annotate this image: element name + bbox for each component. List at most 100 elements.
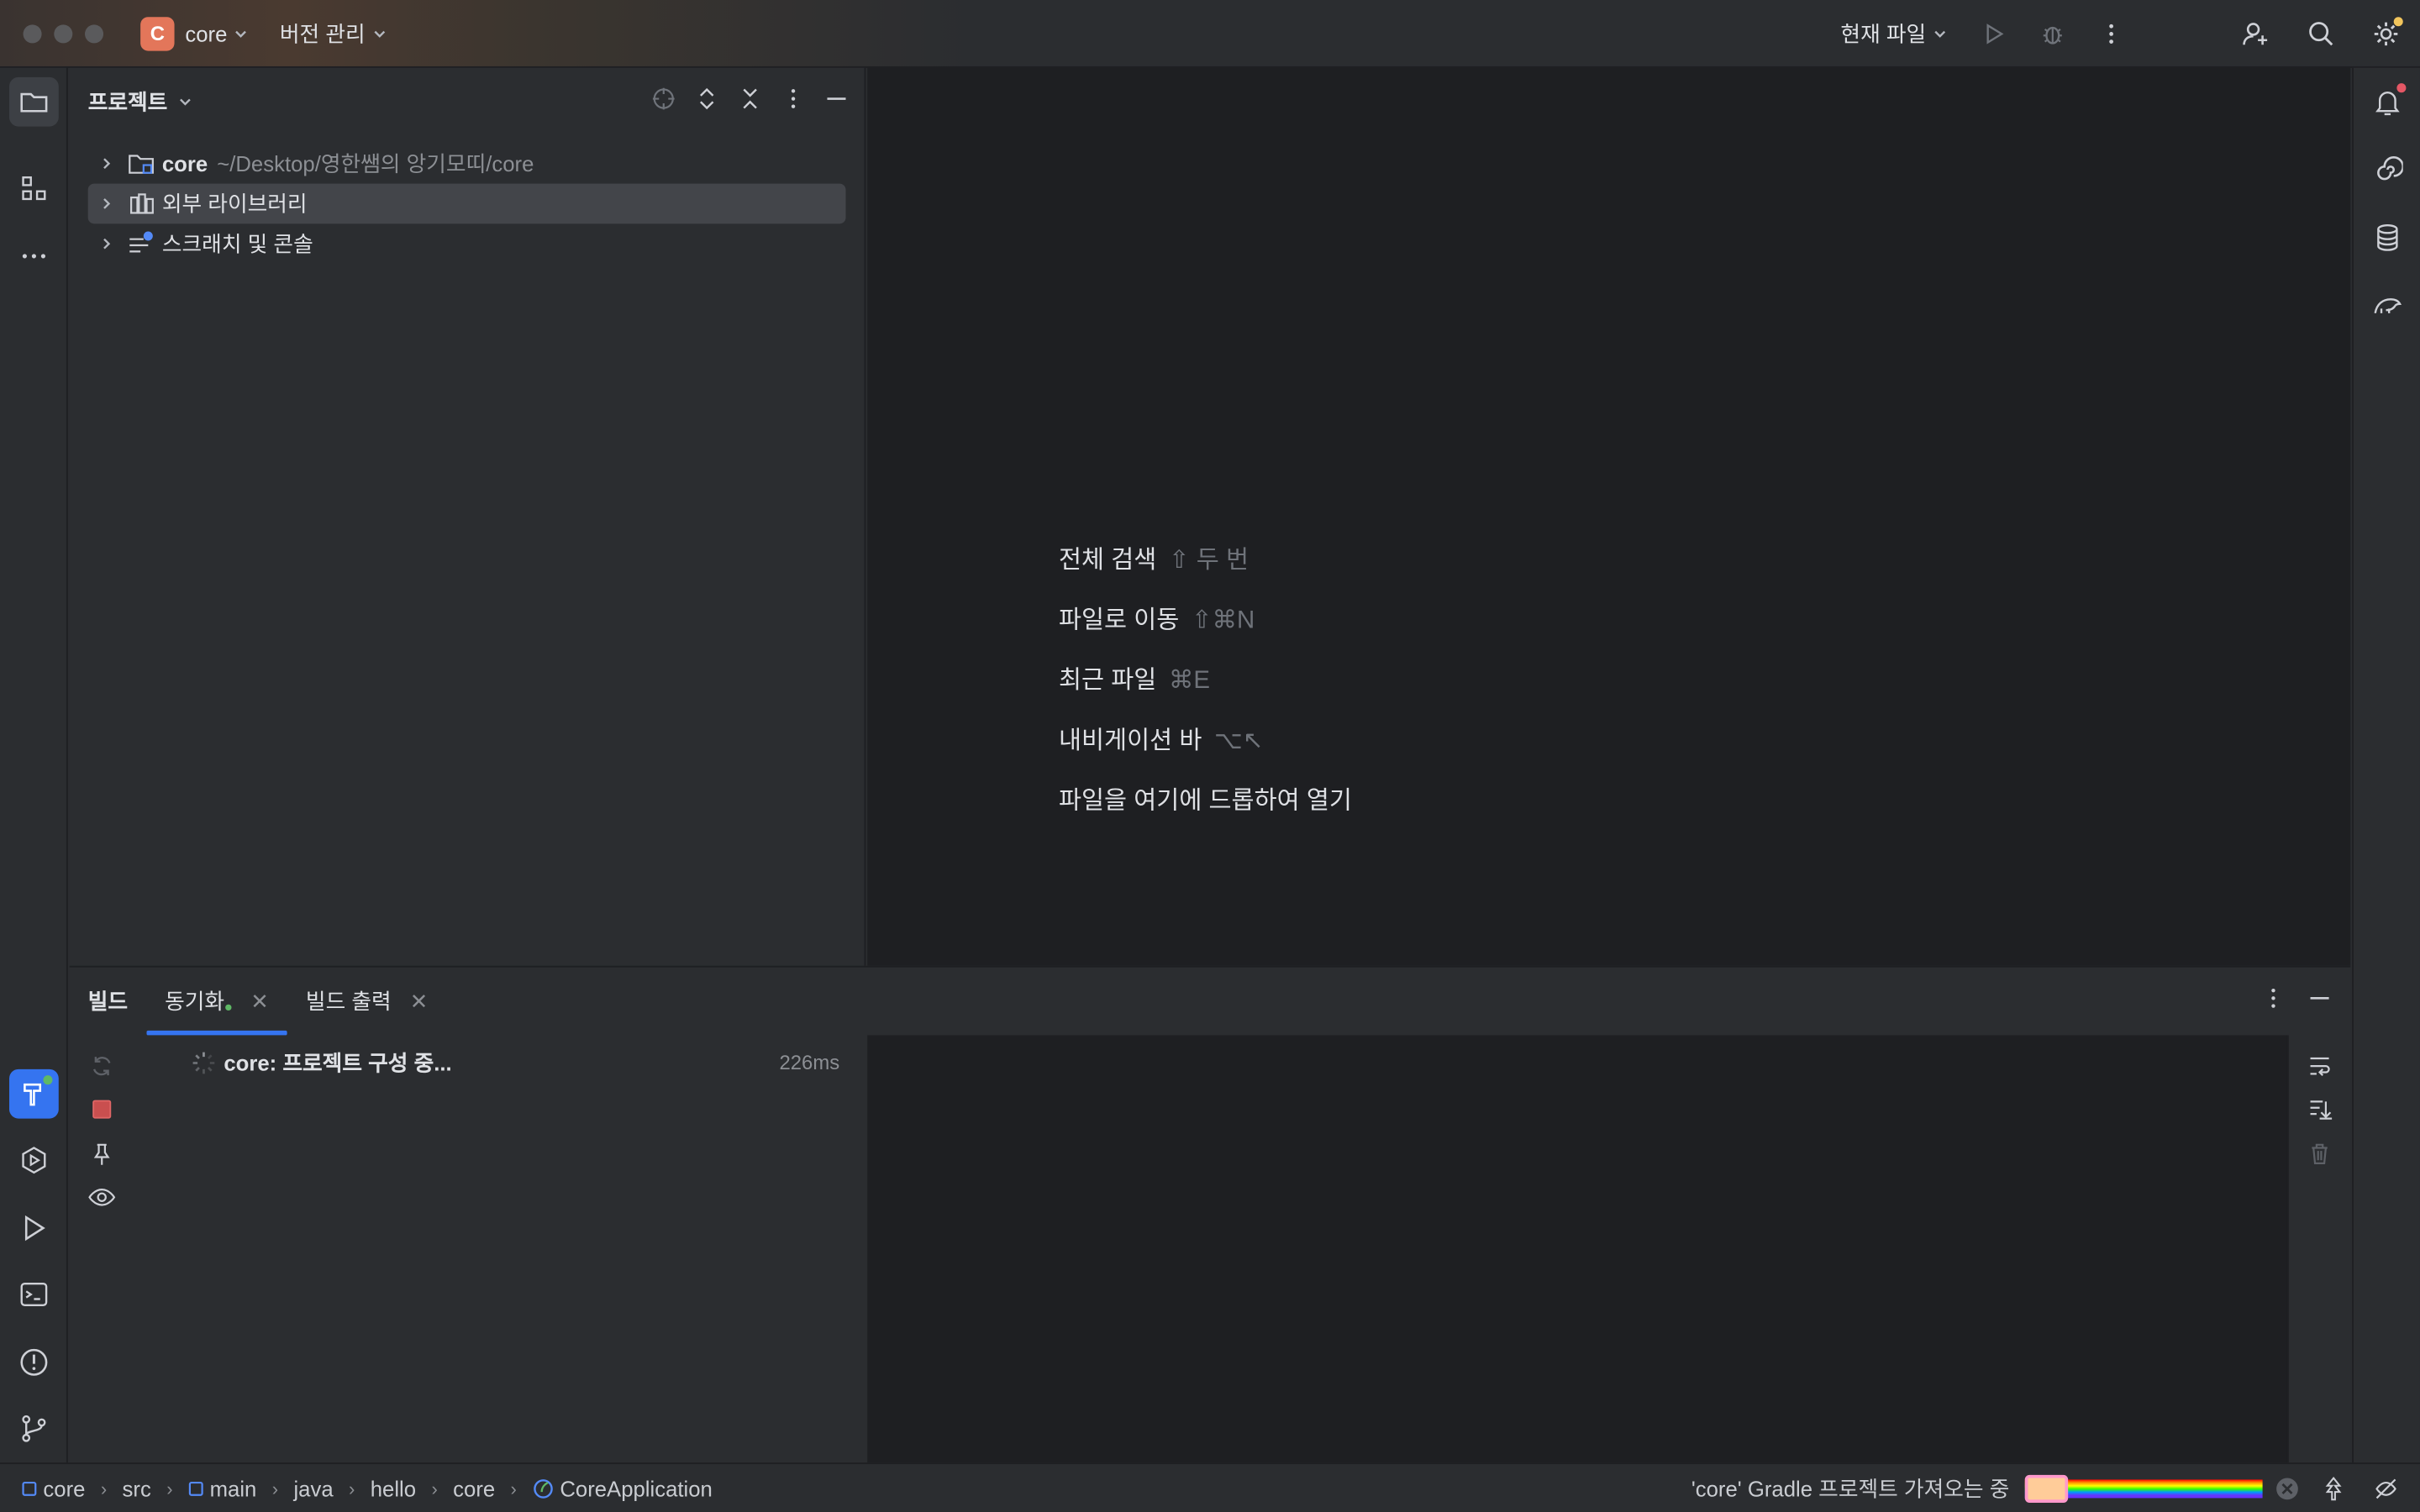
vcs-menu[interactable]: 버전 관리	[280, 18, 387, 49]
editor-empty-area[interactable]: 전체 검색 ⇧ 두 번 파일로 이동 ⇧⌘N 최근 파일 ⌘E 내비게이션 바 ⌥↖ 파…	[867, 67, 2351, 966]
breadcrumb-label: core	[453, 1475, 496, 1501]
collapse-all-icon[interactable]	[738, 87, 762, 111]
build-status-dot	[43, 1075, 53, 1085]
tree-item-label: 스크래치 및 콘솔	[161, 231, 313, 256]
build-panel-title: 빌드	[87, 989, 129, 1014]
git-tool-button[interactable]	[9, 1404, 59, 1453]
tab-build-output[interactable]: 빌드 출력 ✕	[287, 968, 446, 1036]
tree-item-core[interactable]: core ~/Desktop/영한쌤의 앙기모띠/core	[88, 144, 846, 184]
build-output-console[interactable]	[867, 1035, 2287, 1465]
soft-wrap-icon[interactable]	[2304, 1051, 2335, 1082]
breadcrumb-item[interactable]: CoreApplication	[532, 1476, 713, 1500]
tree-item-label: 외부 라이브러리	[161, 191, 308, 217]
chevron-down-icon	[235, 29, 247, 37]
build-tool-button[interactable]	[9, 1068, 59, 1119]
breadcrumb-item[interactable]: main	[188, 1476, 256, 1500]
ai-assistant-button[interactable]	[2363, 145, 2412, 195]
breadcrumb-item[interactable]: src	[123, 1476, 151, 1500]
zoom-window-button[interactable]	[85, 24, 104, 43]
build-task-duration: 226ms	[779, 1050, 840, 1074]
services-tool-button[interactable]	[9, 1136, 59, 1185]
build-task-row[interactable]: core: 프로젝트 구성 중...	[192, 1047, 452, 1079]
background-task-text[interactable]: 'core' Gradle 프로젝트 가져오는 중	[1691, 1473, 2010, 1504]
tree-widget-icon[interactable]	[2321, 1476, 2345, 1501]
chevron-right-icon[interactable]	[91, 236, 122, 251]
breadcrumb-label: src	[122, 1475, 151, 1501]
debug-icon[interactable]	[2034, 15, 2071, 52]
build-task-label: core: 프로젝트 구성 중...	[224, 1050, 452, 1076]
tree-item-external-libraries[interactable]: 외부 라이브러리	[87, 183, 846, 224]
library-icon	[128, 192, 159, 216]
breadcrumb-item[interactable]: core	[22, 1476, 85, 1500]
chevron-right-icon[interactable]	[91, 196, 122, 211]
chevron-right-icon: ›	[271, 1477, 279, 1499]
breadcrumb-item[interactable]: java	[293, 1476, 333, 1500]
refresh-icon[interactable]	[87, 1051, 118, 1082]
pin-icon[interactable]	[87, 1138, 118, 1169]
build-panel: 빌드 동기화 ✕ 빌드 출력 ✕ core: 프로젝트 구성 중... 226m…	[69, 965, 2351, 1465]
database-icon	[2377, 223, 2398, 251]
close-tab-icon[interactable]: ✕	[250, 988, 269, 1014]
more-tools-button[interactable]	[9, 232, 59, 281]
folder-icon	[20, 92, 48, 113]
terminal-tool-button[interactable]	[9, 1270, 59, 1320]
structure-tool-button[interactable]	[9, 164, 59, 213]
database-button[interactable]	[2363, 213, 2412, 262]
problems-tool-button[interactable]	[9, 1337, 59, 1387]
run-icon[interactable]	[1975, 15, 2012, 52]
terminal-icon	[20, 1282, 48, 1307]
hint-navigation-bar: 내비게이션 바 ⌥↖	[1059, 719, 1264, 756]
project-tool-button[interactable]	[9, 76, 59, 127]
power-save-icon[interactable]	[2374, 1477, 2398, 1501]
hint-drop-files: 파일을 여기에 드롭하여 열기	[1059, 780, 1352, 816]
minimize-panel-icon[interactable]	[824, 87, 849, 111]
project-selector[interactable]: core	[185, 21, 249, 45]
gradle-elephant-icon	[2374, 298, 2402, 314]
hint-label: 파일을 여기에 드롭하여 열기	[1058, 788, 1352, 815]
hint-shortcut: ⇧⌘N	[1192, 607, 1255, 634]
run-tool-button[interactable]	[9, 1204, 59, 1253]
tree-item-label: core	[161, 150, 208, 176]
add-user-icon[interactable]	[2238, 15, 2275, 52]
breadcrumb-label: java	[293, 1475, 334, 1501]
close-window-button[interactable]	[23, 24, 42, 43]
chevron-right-icon: ›	[431, 1477, 438, 1499]
hint-shortcut: ⇧ 두 번	[1168, 548, 1249, 575]
cancel-task-icon[interactable]	[2275, 1477, 2299, 1501]
close-tab-icon[interactable]: ✕	[410, 988, 429, 1014]
tab-label: 빌드 출력	[305, 989, 392, 1014]
hint-label: 최근 파일	[1058, 668, 1157, 695]
more-actions-icon[interactable]	[2093, 15, 2130, 52]
more-options-icon[interactable]	[2261, 986, 2286, 1011]
build-panel-toolbar	[2261, 986, 2332, 1011]
title-bar-actions: 현재 파일	[1830, 0, 2420, 68]
project-badge[interactable]: C	[140, 16, 175, 50]
title-bar: C core 버전 관리 현재 파일	[0, 0, 2420, 68]
chevron-right-icon[interactable]	[91, 156, 122, 171]
spiral-icon	[2377, 156, 2403, 181]
eye-icon[interactable]	[87, 1182, 118, 1213]
stop-icon[interactable]	[87, 1094, 118, 1125]
expand-all-icon[interactable]	[695, 87, 719, 111]
tab-sync[interactable]: 동기화 ✕	[146, 968, 288, 1036]
settings-gear-icon[interactable]	[2367, 15, 2404, 52]
scroll-to-end-icon[interactable]	[2304, 1094, 2335, 1125]
run-config-selector[interactable]: 현재 파일	[1840, 18, 1948, 50]
trash-icon[interactable]	[2304, 1138, 2335, 1169]
breadcrumb-item[interactable]: core	[453, 1476, 495, 1500]
minimize-window-button[interactable]	[54, 24, 73, 43]
gradle-button[interactable]	[2363, 281, 2412, 330]
chevron-right-icon: ›	[349, 1477, 355, 1499]
locate-icon[interactable]	[651, 87, 676, 111]
tree-item-scratches[interactable]: 스크래치 및 콘솔	[88, 223, 846, 264]
build-panel-tabs: 빌드 동기화 ✕ 빌드 출력 ✕	[70, 968, 2351, 1036]
update-dot	[2393, 17, 2403, 27]
hint-shortcut: ⌘E	[1168, 668, 1210, 695]
left-tool-strip	[0, 67, 68, 1463]
breadcrumb-item[interactable]: hello	[371, 1476, 416, 1500]
minimize-panel-icon[interactable]	[2307, 986, 2332, 1011]
notifications-button[interactable]	[2363, 77, 2412, 127]
more-options-icon[interactable]	[781, 87, 805, 111]
search-icon[interactable]	[2302, 15, 2339, 52]
project-name: core	[185, 20, 228, 46]
